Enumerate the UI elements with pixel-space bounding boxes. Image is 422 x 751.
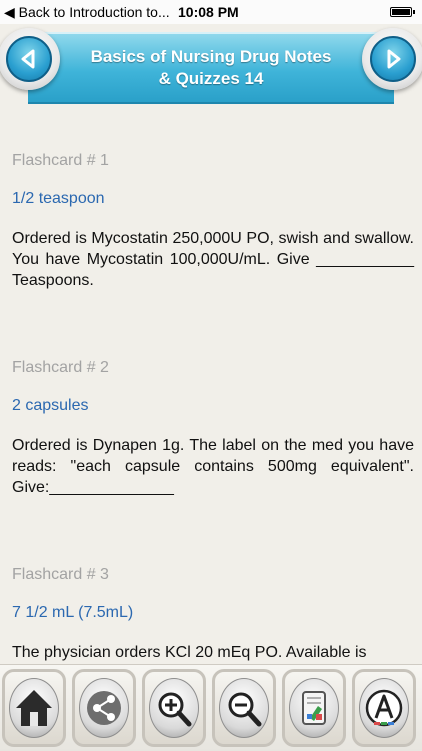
- share-icon: [87, 691, 121, 725]
- back-to-app-link[interactable]: ◀ Back to Introduction to...: [4, 4, 170, 21]
- flashcard-list[interactable]: Flashcard # 1 1/2 teaspoon Ordered is My…: [0, 112, 422, 664]
- flashcard-label: Flashcard # 2: [12, 359, 109, 376]
- zoom-out-button[interactable]: [212, 669, 276, 747]
- highlighter-button[interactable]: [282, 669, 346, 747]
- status-bar: ◀ Back to Introduction to... 10:08 PM: [0, 0, 422, 24]
- flashcard-label: Flashcard # 1: [12, 152, 109, 169]
- previous-button[interactable]: [0, 28, 60, 90]
- next-button[interactable]: [362, 28, 422, 90]
- flashcard-label: Flashcard # 3: [12, 566, 109, 583]
- flashcard-answer: 7 1/2 mL (7.5mL): [12, 604, 134, 621]
- font-size-button[interactable]: [352, 669, 416, 747]
- page-title: Basics of Nursing Drug Notes & Quizzes 1…: [90, 47, 332, 88]
- flashcard: Flashcard # 1 1/2 teaspoon Ordered is My…: [12, 152, 414, 291]
- flashcard: Flashcard # 3 7 1/2 mL (7.5mL) The physi…: [12, 566, 414, 663]
- home-icon: [16, 690, 52, 726]
- share-button[interactable]: [72, 669, 136, 747]
- flashcard-answer: 2 capsules: [12, 397, 89, 414]
- flashcard-question: The physician orders KCl 20 mEq PO. Avai…: [12, 644, 367, 661]
- title-banner: Basics of Nursing Drug Notes & Quizzes 1…: [28, 32, 394, 104]
- zoom-in-icon: [158, 692, 192, 727]
- font-icon: [365, 689, 403, 727]
- chevron-right-icon: [387, 49, 401, 69]
- battery-icon: [390, 7, 415, 17]
- flashcard-question: Ordered is Mycostatin 250,000U PO, swish…: [12, 230, 414, 289]
- bottom-toolbar: [0, 664, 422, 751]
- home-button[interactable]: [2, 669, 66, 747]
- chevron-left-icon: [21, 49, 35, 69]
- flashcard-answer: 1/2 teaspoon: [12, 190, 105, 207]
- status-time: 10:08 PM: [178, 4, 239, 20]
- flashcard-question: Ordered is Dynapen 1g. The label on the …: [12, 437, 414, 496]
- header: Basics of Nursing Drug Notes & Quizzes 1…: [0, 24, 422, 112]
- highlighter-icon: [302, 691, 326, 725]
- zoom-out-icon: [228, 692, 262, 727]
- flashcard: Flashcard # 2 2 capsules Ordered is Dyna…: [12, 359, 414, 498]
- zoom-in-button[interactable]: [142, 669, 206, 747]
